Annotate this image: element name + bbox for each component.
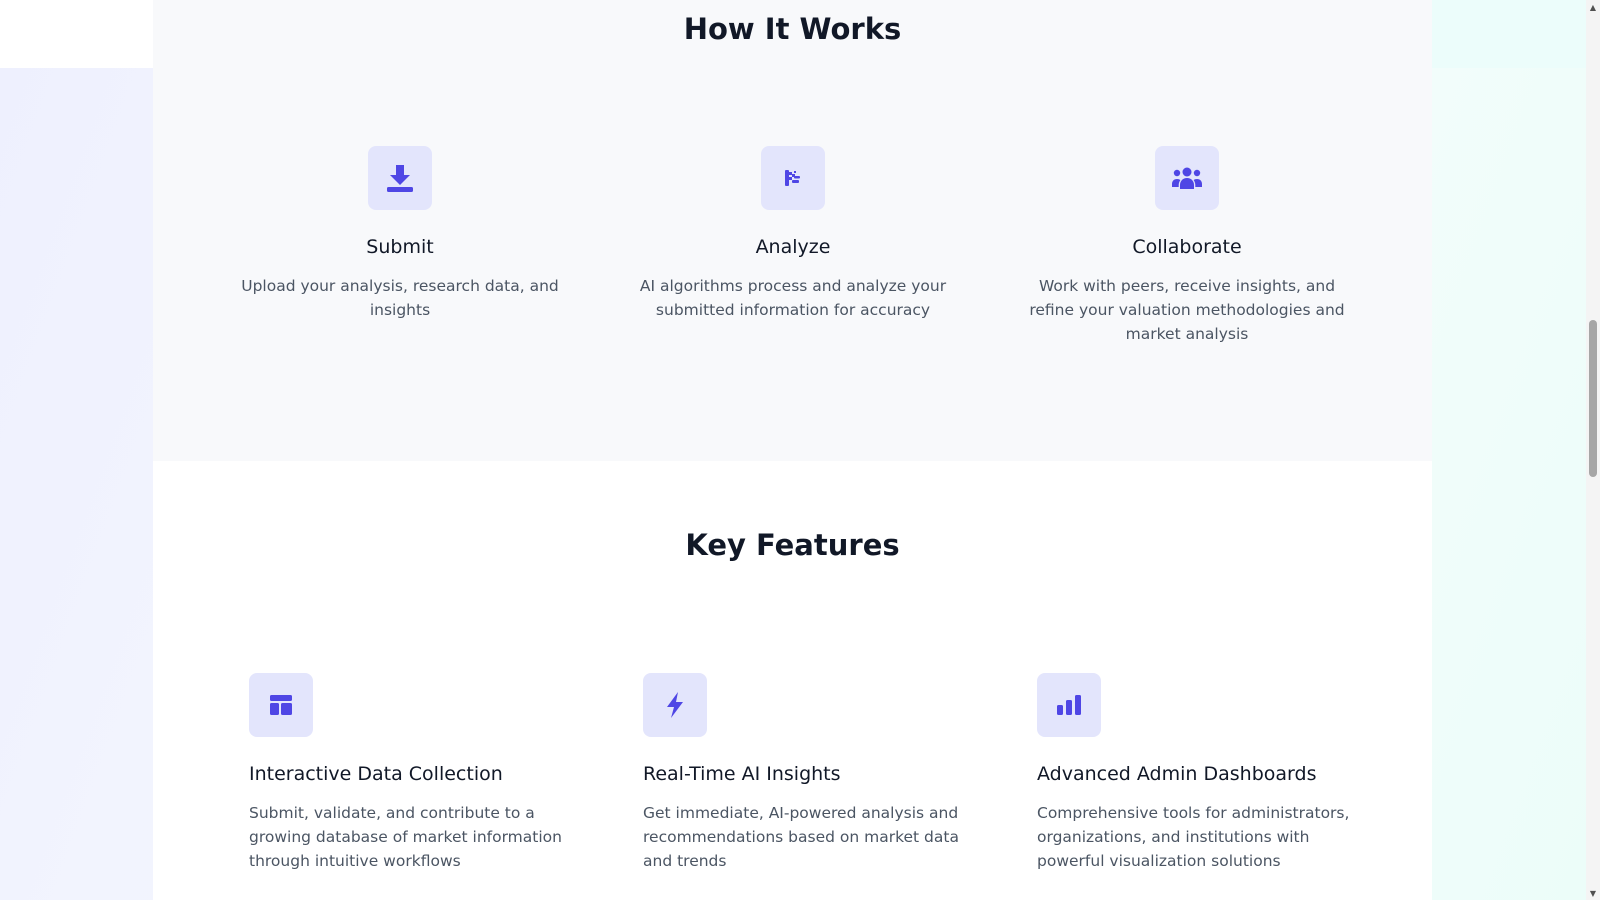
- page: How It Works Submit Upload your analysis…: [0, 0, 1600, 900]
- feature-title: Interactive Data Collection: [249, 763, 503, 785]
- people-group-icon: [1155, 146, 1219, 210]
- key-features-title: Key Features: [685, 528, 900, 562]
- step-card-submit: Submit Upload your analysis, research da…: [240, 146, 560, 322]
- brain-icon: [761, 146, 825, 210]
- step-description: AI algorithms process and analyze your s…: [639, 277, 947, 319]
- lightning-bolt-icon: [643, 673, 707, 737]
- scrollbar-thumb[interactable]: [1589, 320, 1597, 477]
- scroll-up-arrow-icon[interactable]: ▲: [1586, 0, 1600, 14]
- step-card-analyze: Analyze AI algorithms process and analyz…: [633, 146, 953, 322]
- feature-description: Get immediate, AI-powered analysis and r…: [643, 804, 959, 870]
- feature-card-ai-insights: Real-Time AI Insights Get immediate, AI-…: [643, 673, 963, 873]
- feature-title: Advanced Admin Dashboards: [1037, 763, 1317, 785]
- feature-card-data-collection: Interactive Data Collection Submit, vali…: [249, 673, 569, 873]
- background-strip-right: [1432, 0, 1586, 68]
- feature-description: Comprehensive tools for administrators, …: [1037, 804, 1350, 870]
- key-features-section: Key Features Interactive Data Collection…: [153, 461, 1432, 900]
- table-layout-icon: [249, 673, 313, 737]
- background-strip-left: [0, 0, 153, 68]
- step-card-collaborate: Collaborate Work with peers, receive ins…: [1027, 146, 1347, 346]
- how-it-works-title: How It Works: [683, 12, 902, 46]
- how-it-works-section: How It Works Submit Upload your analysis…: [153, 0, 1432, 461]
- scroll-down-arrow-icon[interactable]: ▼: [1586, 886, 1600, 900]
- feature-title: Real-Time AI Insights: [643, 763, 841, 785]
- feature-card-admin-dashboards: Advanced Admin Dashboards Comprehensive …: [1037, 673, 1357, 873]
- step-title: Collaborate: [1132, 236, 1242, 258]
- step-description: Work with peers, receive insights, and r…: [1029, 277, 1345, 343]
- download-icon: [368, 146, 432, 210]
- bar-chart-icon: [1037, 673, 1101, 737]
- step-title: Analyze: [755, 236, 831, 258]
- vertical-scrollbar[interactable]: ▲ ▼: [1586, 0, 1600, 900]
- step-description: Upload your analysis, research data, and…: [241, 277, 559, 319]
- step-title: Submit: [366, 236, 434, 258]
- feature-description: Submit, validate, and contribute to a gr…: [249, 804, 562, 870]
